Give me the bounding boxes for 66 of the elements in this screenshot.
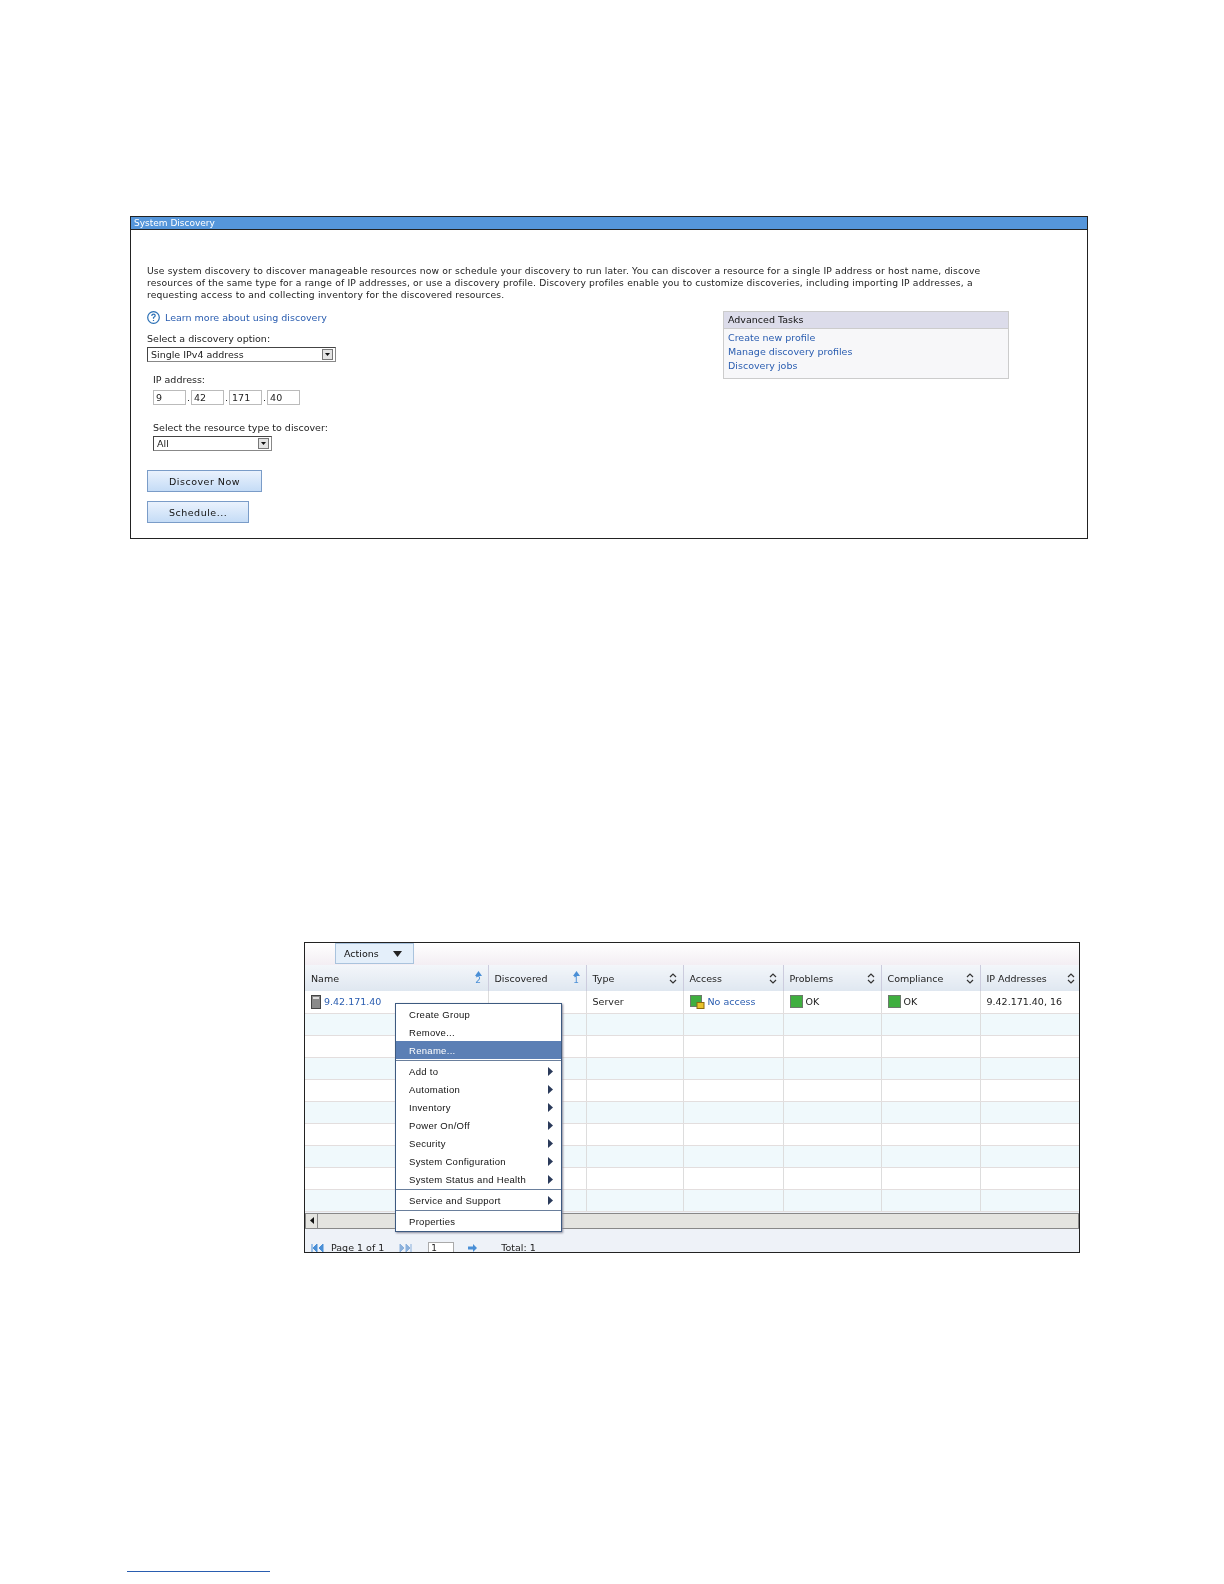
sort-icon[interactable] [768,972,777,984]
table-cell: 9.42.171.40, 16 [980,991,1079,1013]
menu-item[interactable]: System Status and Health [396,1170,561,1188]
table-cell: OK [881,991,980,1013]
column-header[interactable]: Type [586,965,683,991]
scroll-left-icon[interactable] [309,1217,314,1224]
sort-order: 2 [475,976,481,985]
menu-item[interactable]: Security [396,1134,561,1152]
table-cell[interactable]: No access [683,991,783,1013]
first-prev-icon[interactable] [311,1243,325,1252]
field-label: IP address: [153,374,206,385]
field-label: Select a discovery option: [147,333,272,344]
column-header[interactable]: Discovered 1 [488,965,586,991]
ip-octet-field[interactable]: 171 [229,390,263,405]
field-label: Select the resource type to discover: [153,422,328,433]
server-icon [311,994,321,1009]
column-header[interactable]: Name 2 [305,965,488,991]
menu-item[interactable]: Remove... [396,1023,561,1041]
menu-item[interactable]: Service and Support [396,1191,561,1209]
sort-order: 1 [573,976,579,985]
menu-item[interactable]: Inventory [396,1098,561,1116]
menu-item[interactable]: Rename... [396,1041,561,1059]
menu-item[interactable]: Power On/Off [396,1116,561,1134]
status-ok-icon [789,995,803,1009]
column-header[interactable]: Compliance [881,965,980,991]
menu-item[interactable]: Add to [396,1062,561,1080]
help-link[interactable]: Learn more about using discovery [165,312,327,323]
ip-separator: . [225,392,229,403]
menu-item[interactable]: System Configuration [396,1152,561,1170]
sort-icon[interactable] [965,972,974,984]
schedule-button[interactable]: Schedule... [147,501,250,523]
ip-separator: . [187,392,191,403]
ip-separator: . [263,392,267,403]
column-header[interactable]: Problems [783,965,881,991]
task-link[interactable]: Discovery jobs [728,360,1004,371]
ip-octet-field[interactable]: 9 [153,390,186,405]
column-header[interactable]: IP Addresses [980,965,1079,991]
sort-icon[interactable] [1066,972,1075,984]
menu-item[interactable]: Properties [396,1212,561,1230]
column-header[interactable]: Access [683,965,783,991]
status-ok-icon [887,995,901,1009]
discover-button[interactable]: Discover Now [147,470,263,492]
ip-octet-field[interactable]: 40 [267,390,301,405]
total-label: Total: 1 [501,1242,536,1252]
ip-octet-field[interactable]: 42 [191,390,225,405]
locked-status-icon [689,994,705,1009]
submenu-arrow-icon [548,1195,553,1205]
go-arrow-icon[interactable] [468,1243,478,1252]
sort-ascending-icon[interactable] [572,971,580,976]
sort-icon[interactable] [668,972,677,984]
table-cell: OK [783,991,881,1013]
advanced-tasks-header: Advanced Tasks [724,312,1008,329]
discovery-option-dropdown[interactable]: Single IPv4 address [147,347,336,362]
panel-title: System Discovery [131,217,1087,230]
page-input[interactable]: 1 [428,1241,455,1252]
actions-button[interactable]: Actions [335,943,414,964]
resource-type-dropdown[interactable]: All [153,436,272,451]
sort-ascending-icon[interactable] [474,971,482,976]
menu-item[interactable]: Automation [396,1080,561,1098]
sort-icon[interactable] [866,972,875,984]
help-icon[interactable] [147,311,160,324]
task-link[interactable]: Create new profile [728,332,1004,343]
description: Use system discovery to discover manageable resources now or schedule your discovery to run later. You can discover a resource for a single IP address or host name, discove resources of the same type for a range of IP addresses, or use a discovery profile. Discovery profiles enable you to customize discoveries, including importing IP addresses, a requesting access to and collecting inventory for the discovered resources. [147,265,982,301]
table-cell: Server [586,991,683,1013]
caret-icon [392,950,402,957]
task-link[interactable]: Manage discovery profiles [728,346,1004,357]
